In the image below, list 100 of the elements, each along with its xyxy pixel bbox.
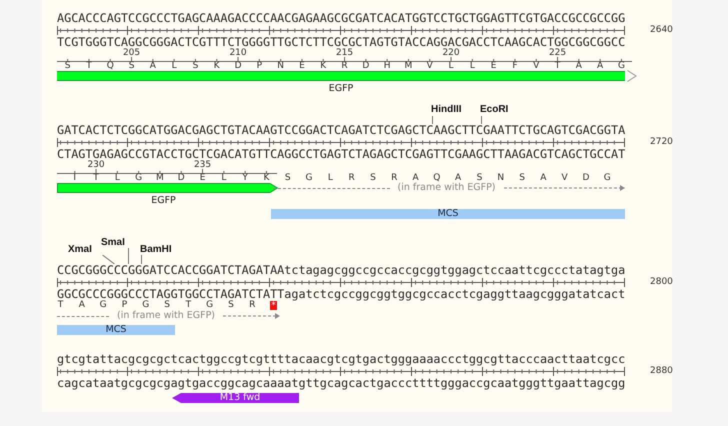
base-position: 2880 bbox=[650, 364, 673, 378]
amino-acid: G bbox=[602, 174, 612, 183]
amino-acid: S bbox=[128, 62, 136, 71]
amino-acid: Y bbox=[241, 174, 249, 183]
enzyme-site-label[interactable]: EcoRI bbox=[480, 104, 508, 115]
amino-acid: T bbox=[92, 174, 100, 183]
dna-sequence: CCGCGGGCCCGGGATCCACCGGATCTAGATAAtctagagcggccgccaccgcggtggagctccaattcgccctatagtga bbox=[57, 264, 626, 277]
residue-number: 225 bbox=[548, 49, 566, 58]
amino-acid: S bbox=[518, 174, 526, 183]
amino-acid: Q bbox=[433, 174, 442, 183]
amino-acid: T bbox=[56, 301, 64, 310]
amino-acid: V bbox=[560, 174, 569, 183]
amino-acid: S bbox=[476, 174, 482, 183]
amino-acid: A bbox=[78, 301, 85, 310]
base-position: 2640 bbox=[650, 24, 673, 37]
feature-label: MCS bbox=[438, 209, 458, 219]
amino-acid: G bbox=[100, 301, 107, 310]
stop-codon: * bbox=[270, 301, 278, 310]
amino-acid: M bbox=[155, 174, 164, 183]
enzyme-site-label[interactable]: XmaI bbox=[68, 244, 92, 255]
amino-acid: L bbox=[220, 174, 228, 183]
amino-acid: L bbox=[170, 62, 178, 71]
amino-acid: R bbox=[249, 301, 256, 310]
amino-acid: K bbox=[262, 174, 270, 183]
amino-acid: R bbox=[390, 174, 398, 183]
leader-line bbox=[102, 255, 115, 264]
amino-acid: G bbox=[142, 301, 150, 310]
enzyme-site-label[interactable]: BamHI bbox=[140, 244, 172, 255]
residue-number: 230 bbox=[87, 161, 105, 170]
residue-number: 210 bbox=[229, 49, 247, 58]
amino-acid: S bbox=[228, 301, 234, 310]
amino-acid: E bbox=[198, 174, 206, 183]
amino-acid: D bbox=[581, 174, 590, 183]
leader-line bbox=[432, 116, 433, 124]
base-position: 2800 bbox=[650, 276, 673, 289]
leader-line bbox=[128, 248, 129, 264]
dna-sequence: cagcataatgcgcgcgagtgaccggcagcaaaatgttgcagcactgacccttttgggaccgcaatgggttgaattagcgg bbox=[57, 377, 626, 390]
amino-acid: S bbox=[284, 174, 292, 183]
feature-label: MCS bbox=[106, 325, 126, 335]
amino-acid: L bbox=[326, 174, 334, 183]
amino-acid: F bbox=[511, 62, 519, 71]
base-position: 2720 bbox=[650, 136, 673, 149]
amino-acid: S bbox=[64, 62, 72, 71]
amino-acid: T bbox=[186, 301, 192, 310]
residue-number: 205 bbox=[122, 49, 140, 58]
amino-acid: S bbox=[192, 62, 200, 71]
dna-sequence: GGCGCCCGGGCCCTAGGTGGCCTAGATCTATTagatctcgccggcggtggcgccacctcgaggttaagcgggatatcact bbox=[57, 288, 626, 301]
amino-acid: S bbox=[164, 301, 170, 310]
amino-acid: A bbox=[148, 62, 157, 71]
amino-acid: E bbox=[490, 62, 498, 71]
amino-acid: K bbox=[319, 62, 328, 71]
arrowhead-icon bbox=[620, 185, 626, 191]
amino-acid: K bbox=[212, 62, 221, 71]
dna-sequence: TCGTGGGTCAGGCGGGACTCGTTTCTGGGGTTGCTCTTCGCGCTAGTGTACCAGGACGACCTCAAGCACTGGCGGCGGCC bbox=[57, 36, 626, 49]
amino-acid: G bbox=[134, 174, 144, 183]
amino-acid: S bbox=[369, 174, 377, 183]
amino-acid: N bbox=[276, 62, 285, 71]
enzyme-site-label[interactable]: SmaI bbox=[101, 237, 125, 248]
amino-acid: H bbox=[382, 62, 392, 71]
dna-sequence: GATCACTCTCGGCATGGACGAGCTGTACAAGTCCGGACTCAGATCTCGAGCTCAAGCTTCGAATTCTGCAGTCGACGGTA bbox=[57, 124, 626, 137]
amino-acid: D bbox=[176, 174, 186, 183]
feature-label: M13 fwd bbox=[220, 393, 260, 403]
amino-acid: Q bbox=[106, 62, 115, 71]
frame-note: (in frame with EGFP) bbox=[396, 182, 497, 194]
residue-number: 220 bbox=[442, 49, 460, 58]
arrowhead-icon bbox=[275, 313, 280, 319]
leader-line bbox=[481, 116, 482, 124]
dna-sequence: AGCACCCAGTCCGCCCTGAGCAAAGACCCCAACGAGAAGCGCGATCACATGGTCCTGCTGGAGTTCGTGACCGCCGCCGG bbox=[57, 12, 626, 25]
amino-acid: L bbox=[468, 62, 476, 71]
amino-acid: R bbox=[340, 62, 349, 71]
feature-label: EGFP bbox=[151, 194, 176, 207]
amino-acid: T bbox=[554, 62, 562, 71]
amino-acid: D bbox=[361, 62, 370, 71]
residue-number: 235 bbox=[194, 161, 212, 170]
amino-acid: A bbox=[596, 62, 604, 71]
feature-label: EGFP bbox=[328, 82, 354, 95]
amino-acid: A bbox=[539, 174, 548, 183]
amino-acid: L bbox=[114, 174, 121, 183]
dna-sequence: CTAGTGAGAGCCGTACCTGCTCGACATGTTCAGGCCTGAGTCTAGAGCTCGAGTTCGAAGCTTAAGACGTCAGCTGCCAT bbox=[57, 148, 626, 161]
amino-acid: L bbox=[448, 62, 455, 71]
frame-note: (in frame with EGFP) bbox=[116, 310, 216, 322]
amino-acid: E bbox=[298, 62, 306, 71]
amino-acid: D bbox=[234, 62, 243, 71]
amino-acid: P bbox=[122, 301, 128, 310]
amino-acid: G bbox=[616, 62, 626, 71]
amino-acid: A bbox=[411, 174, 419, 183]
dna-sequence: gtcgtattacgcgcgctcactggccgtcgttttacaacgtcgtgactgggaaaaccctggcgttacccaacttaatcgcc bbox=[57, 353, 626, 366]
amino-acid: A bbox=[455, 174, 462, 183]
amino-acid: T bbox=[85, 62, 93, 71]
residue-number: 215 bbox=[336, 49, 354, 58]
leader-line bbox=[141, 255, 142, 264]
amino-acid: N bbox=[496, 174, 506, 183]
amino-acid: M bbox=[404, 62, 413, 71]
amino-acid: V bbox=[532, 62, 540, 71]
amino-acid: P bbox=[256, 62, 264, 71]
amino-acid: G bbox=[304, 174, 314, 183]
enzyme-site-label[interactable]: HindIII bbox=[431, 104, 462, 115]
amino-acid: G bbox=[206, 301, 214, 310]
amino-acid: R bbox=[348, 174, 356, 183]
amino-acid: I bbox=[72, 174, 78, 183]
